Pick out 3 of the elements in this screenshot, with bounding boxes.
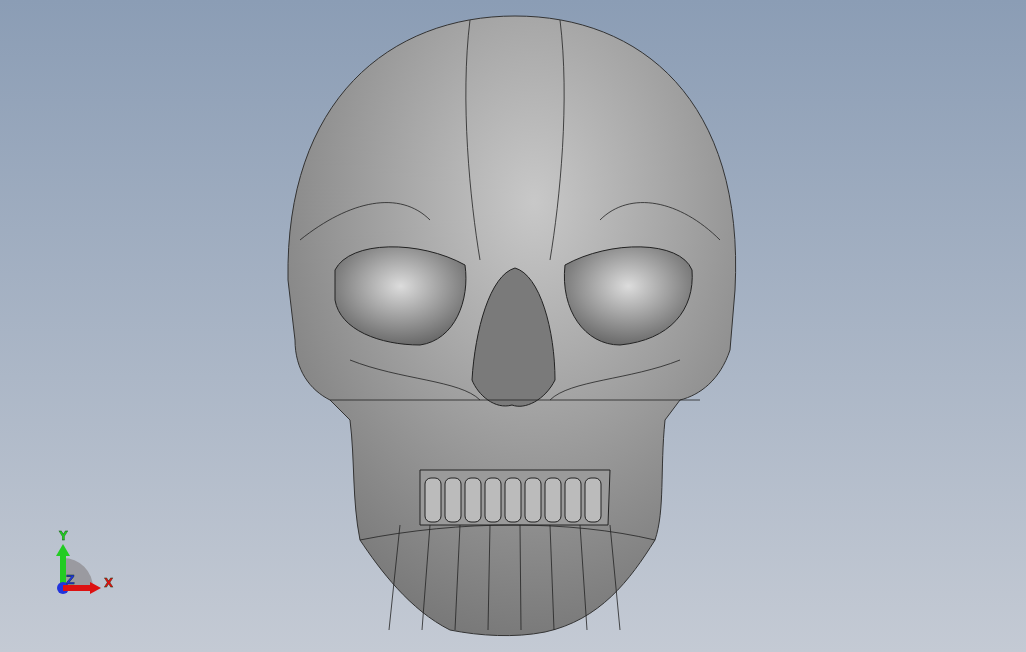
axis-label: X bbox=[104, 576, 114, 590]
axis-label: Z bbox=[66, 573, 75, 587]
axis-label: Y bbox=[59, 530, 68, 543]
